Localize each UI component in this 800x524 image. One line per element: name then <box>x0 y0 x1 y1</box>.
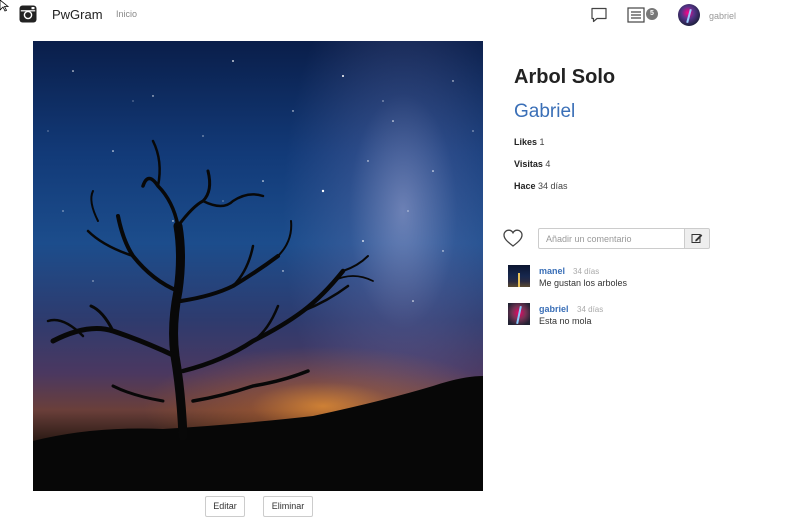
visits-label: Visitas <box>514 159 543 169</box>
likes-value: 1 <box>539 137 545 147</box>
visits-value: 4 <box>545 159 551 169</box>
comment-avatar[interactable] <box>508 303 530 325</box>
post-title: Arbol Solo <box>514 66 616 88</box>
cursor-icon <box>0 0 10 12</box>
age-label: Hace <box>514 181 536 191</box>
comment-text: Me gustan los arboles <box>539 278 628 288</box>
comment-item: gabriel 34 días Esta no mola <box>508 303 768 337</box>
comment-user-link[interactable]: gabriel <box>539 304 569 314</box>
comment-text: Esta no mola <box>539 316 592 326</box>
age-value: 34 días <box>538 181 568 191</box>
chat-icon[interactable] <box>590 6 608 24</box>
nav-home-link[interactable]: Inicio <box>116 9 137 19</box>
comment-avatar[interactable] <box>508 265 530 287</box>
comment-user-link[interactable]: manel <box>539 266 565 276</box>
avatar[interactable] <box>678 4 700 26</box>
comment-submit-button[interactable] <box>684 228 710 249</box>
delete-button[interactable]: Eliminar <box>263 496 313 517</box>
heart-icon[interactable] <box>503 229 523 248</box>
camera-icon[interactable] <box>19 5 37 23</box>
edit-icon <box>691 234 703 243</box>
list-icon[interactable] <box>627 6 645 24</box>
likes-label: Likes <box>514 137 538 147</box>
navbar: PwGram Inicio 5 gabriel <box>0 0 800 32</box>
nav-username[interactable]: gabriel <box>709 11 736 21</box>
comment-time: 34 días <box>577 305 604 314</box>
visits-stat: Visitas 4 <box>514 159 550 169</box>
notification-badge[interactable]: 5 <box>646 8 658 20</box>
post-image <box>33 41 483 491</box>
brand-name[interactable]: PwGram <box>52 7 103 22</box>
comment-input[interactable] <box>538 228 685 249</box>
likes-stat: Likes 1 <box>514 137 545 147</box>
comment-item: manel 34 días Me gustan los arboles <box>508 265 768 299</box>
post-image-scene <box>33 60 483 491</box>
age-stat: Hace 34 días <box>514 181 568 191</box>
comment-time: 34 días <box>573 267 600 276</box>
post-author-link[interactable]: Gabriel <box>514 101 575 123</box>
edit-button[interactable]: Editar <box>205 496 245 517</box>
